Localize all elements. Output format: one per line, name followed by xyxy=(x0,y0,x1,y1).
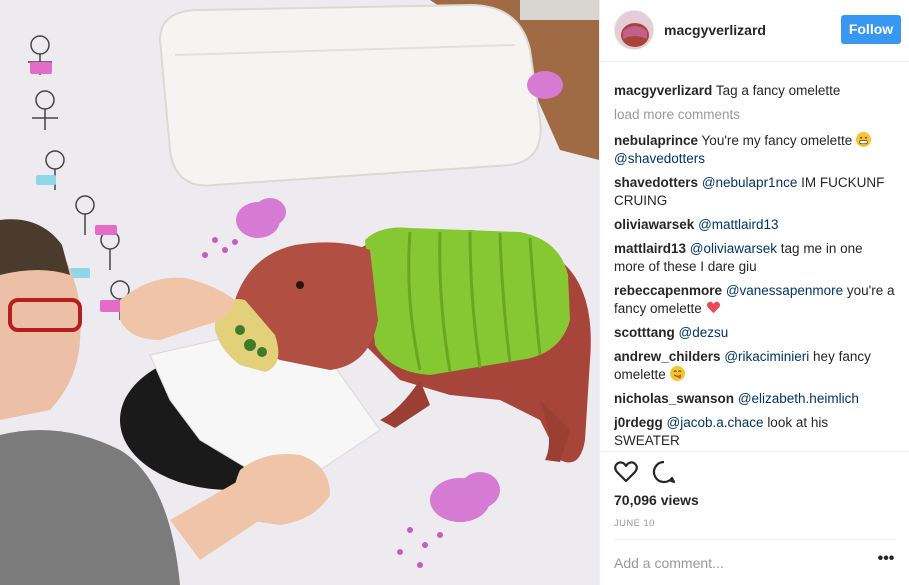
add-comment-section: ••• xyxy=(614,539,896,585)
comment-mention[interactable]: @vanessapenmore xyxy=(726,283,843,298)
comment-items: nebulaprince You're my fancy omelette @s… xyxy=(614,132,896,446)
comment-mention[interactable]: @shavedotters xyxy=(614,151,705,166)
post-photo xyxy=(0,0,599,585)
yum-face-emoji-icon xyxy=(669,366,685,381)
view-count[interactable]: 70,096 views xyxy=(614,492,699,508)
comment-item: nicholas_swanson @elizabeth.heimlich xyxy=(614,390,896,408)
follow-button[interactable]: Follow xyxy=(841,15,901,44)
comment-mention[interactable]: @dezsu xyxy=(679,325,729,340)
header-username[interactable]: macgyverlizard xyxy=(664,22,766,38)
comment-item: j0rdegg @jacob.a.chace look at his SWEAT… xyxy=(614,414,896,446)
caption-username[interactable]: macgyverlizard xyxy=(614,83,712,98)
comment-username[interactable]: nebulaprince xyxy=(614,133,698,148)
comment-mention[interactable]: @mattlaird13 xyxy=(698,217,779,232)
avatar-photo xyxy=(615,11,653,49)
comment-mention[interactable]: @elizabeth.heimlich xyxy=(738,391,859,406)
post-actions: 70,096 views JUNE 10 ••• xyxy=(600,451,909,585)
comment-item: nebulaprince You're my fancy omelette @s… xyxy=(614,132,896,168)
add-comment-input[interactable] xyxy=(614,552,864,574)
post-date[interactable]: JUNE 10 xyxy=(614,518,655,529)
speech-bubble-icon xyxy=(652,460,676,484)
post-details-panel: macgyverlizard Follow macgyverlizard Tag… xyxy=(599,0,909,585)
comment-username[interactable]: scotttang xyxy=(614,325,675,340)
post-header: macgyverlizard Follow xyxy=(600,0,909,62)
comment-mention[interactable]: @rikaciminieri xyxy=(724,349,809,364)
comment-username[interactable]: mattlaird13 xyxy=(614,241,686,256)
comment-mention[interactable]: @jacob.a.chace xyxy=(667,415,764,430)
comment-username[interactable]: oliviawarsek xyxy=(614,217,694,232)
comment-username[interactable]: andrew_childers xyxy=(614,349,721,364)
comment-button[interactable] xyxy=(650,458,678,486)
comment-username[interactable]: j0rdegg xyxy=(614,415,663,430)
heart-outline-icon xyxy=(614,461,638,483)
like-button[interactable] xyxy=(612,458,640,486)
heart-emoji-icon xyxy=(706,300,721,315)
caption-text: Tag a fancy omelette xyxy=(715,83,841,98)
comment-item: andrew_childers @rikaciminieri hey fancy… xyxy=(614,348,896,384)
comment-text: You're my fancy omelette xyxy=(701,133,853,148)
comment-username[interactable]: rebeccapenmore xyxy=(614,283,722,298)
load-more-comments-link[interactable]: load more comments xyxy=(614,106,896,124)
comment-item: scotttang @dezsu xyxy=(614,324,896,342)
comment-item: mattlaird13 @oliviawarsek tag me in one … xyxy=(614,240,896,276)
comment-username[interactable]: nicholas_swanson xyxy=(614,391,734,406)
comment-mention[interactable]: @oliviawarsek xyxy=(690,241,777,256)
comment-item: shavedotters @nebulapr1nce IM FUCKUNF CR… xyxy=(614,174,896,210)
grimacing-face-emoji-icon xyxy=(855,132,871,147)
more-options-button[interactable]: ••• xyxy=(876,551,896,572)
comment-username[interactable]: shavedotters xyxy=(614,175,698,190)
comments-list[interactable]: macgyverlizard Tag a fancy omelette load… xyxy=(614,82,896,446)
avatar[interactable] xyxy=(614,10,654,50)
comment-item: rebeccapenmore @vanessapenmore you're a … xyxy=(614,282,896,318)
comment-mention[interactable]: @nebulapr1nce xyxy=(702,175,798,190)
post-image[interactable] xyxy=(0,0,599,585)
comment-item: oliviawarsek @mattlaird13 xyxy=(614,216,896,234)
caption: macgyverlizard Tag a fancy omelette xyxy=(614,82,896,100)
